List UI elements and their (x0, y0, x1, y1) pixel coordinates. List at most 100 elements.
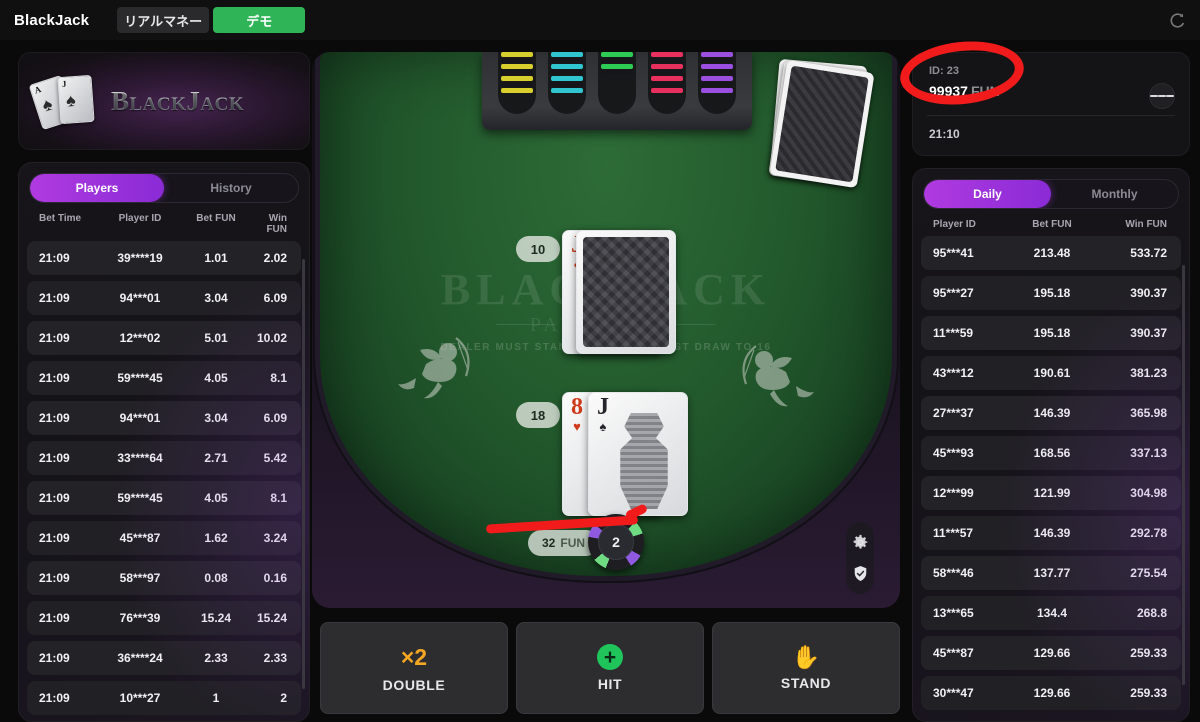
table-row[interactable]: 12***99 121.99 304.98 (921, 476, 1181, 510)
table-row[interactable]: 21:09 36****24 2.33 2.33 (27, 641, 301, 675)
chip-tray (482, 52, 752, 130)
hit-button[interactable]: + HIT (516, 622, 704, 714)
game-table-area: BLACKJACK PAYS 3 TO 2 DEALER MUST STAND … (312, 52, 900, 608)
double-button[interactable]: ×2 DOUBLE (320, 622, 508, 714)
tab-history[interactable]: History (164, 174, 298, 202)
table-row[interactable]: 21:09 94***01 3.04 6.09 (27, 281, 301, 315)
table-row[interactable]: 21:09 94***01 3.04 6.09 (27, 401, 301, 435)
left-tab-group: Players History (29, 173, 299, 203)
table-row[interactable]: 21:09 10***27 1 2 (27, 681, 301, 715)
col-bet-fun: Bet FUN (1032, 219, 1072, 230)
cell-win: 390.37 (1130, 286, 1167, 300)
table-row[interactable]: 21:09 45***87 1.62 3.24 (27, 521, 301, 555)
cell-bet-time: 21:09 (39, 571, 70, 585)
table-row[interactable]: 95***41 213.48 533.72 (921, 236, 1181, 270)
cell-bet: 3.04 (204, 291, 228, 305)
cell-bet-time: 21:09 (39, 411, 70, 425)
cell-bet: 4.05 (204, 371, 228, 385)
col-player-id: Player ID (118, 213, 162, 224)
table-row[interactable]: 58***46 137.77 275.54 (921, 556, 1181, 590)
table-row[interactable]: 21:09 59****45 4.05 8.1 (27, 481, 301, 515)
table-row[interactable]: 95***27 195.18 390.37 (921, 276, 1181, 310)
table-row[interactable]: 13***65 134.4 268.8 (921, 596, 1181, 630)
chip-tray-slot[interactable] (648, 52, 686, 114)
right-scrollbar[interactable] (1182, 265, 1185, 685)
chip-tray-slot[interactable] (498, 52, 536, 114)
left-sidebar: A ♠ J ♠ BlackJack Players History Bet Ti… (18, 52, 310, 722)
table-row[interactable]: 21:09 58***97 0.08 0.16 (27, 561, 301, 595)
table-row[interactable]: 21:09 12***02 5.01 10.02 (27, 321, 301, 355)
cell-bet: 213.48 (1033, 246, 1071, 260)
table-row[interactable]: 45***93 168.56 337.13 (921, 436, 1181, 470)
left-table-body[interactable]: 21:09 39****19 1.01 2.02 21:09 94***01 3.04 6.0… (19, 241, 309, 715)
cell-player-id: 33****64 (117, 451, 163, 465)
gear-icon[interactable] (852, 534, 869, 551)
chip-tray-slot[interactable] (598, 52, 636, 114)
tab-monthly[interactable]: Monthly (1051, 180, 1178, 208)
table-row[interactable]: 30***47 129.66 259.33 (921, 676, 1181, 710)
app-header: BlackJack リアルマネー デモ (0, 0, 1200, 40)
table-row[interactable]: 11***57 146.39 292.78 (921, 516, 1181, 550)
col-bet-fun: Bet FUN (196, 213, 236, 224)
chip-tray-slot[interactable] (548, 52, 586, 114)
cell-bet-time: 21:09 (39, 691, 70, 705)
right-sidebar: ID: 23 99937 FUN 21:10 Daily Monthly Play… (912, 52, 1190, 722)
cell-bet-time: 21:09 (39, 291, 70, 305)
cell-bet-time: 21:09 (39, 331, 70, 345)
account-balance: 99937 FUN (929, 83, 1000, 99)
table-row[interactable]: 21:09 76***39 15.24 15.24 (27, 601, 301, 635)
cell-win: 268.8 (1136, 606, 1167, 620)
cell-win: 390.37 (1130, 326, 1167, 340)
refresh-icon[interactable] (1168, 12, 1186, 30)
cell-bet: 1.01 (204, 251, 228, 265)
account-id: ID: 23 (929, 65, 959, 77)
right-table-body[interactable]: 95***41 213.48 533.72 95***27 195.18 390.37 11… (913, 236, 1189, 710)
chip-stack (701, 52, 733, 93)
cell-bet: 146.39 (1033, 406, 1071, 420)
left-table-header: Bet Time Player ID Bet FUN Win FUN (19, 203, 309, 241)
cell-player-id: 11***57 (933, 526, 974, 540)
cell-player-id: 45***93 (933, 446, 974, 460)
mode-tab-demo[interactable]: デモ (213, 7, 306, 33)
cell-win: 3.24 (263, 531, 287, 545)
cell-player-id: 58***46 (933, 566, 974, 580)
spade-icon: ♠ (39, 93, 55, 116)
dealer-card-2-facedown (576, 230, 676, 354)
cell-bet: 121.99 (1033, 486, 1071, 500)
cell-player-id: 45***87 (933, 646, 974, 660)
table-row[interactable]: 45***87 129.66 259.33 (921, 636, 1181, 670)
cell-player-id: 11***59 (933, 326, 974, 340)
table-row[interactable]: 11***59 195.18 390.37 (921, 316, 1181, 350)
table-row[interactable]: 21:09 39****19 1.01 2.02 (27, 241, 301, 275)
left-scrollbar[interactable] (302, 259, 305, 689)
chip-tray-slot[interactable] (698, 52, 736, 114)
balance-currency: FUN (970, 83, 1000, 99)
account-clock: 21:10 (929, 127, 960, 141)
logo-card-jack: J ♠ (57, 74, 95, 125)
player-card-1-rank: 8 (571, 394, 583, 420)
col-player-id: Player ID (933, 219, 976, 230)
table-row[interactable]: 21:09 59****45 4.05 8.1 (27, 361, 301, 395)
player-card-2-rank: J (597, 394, 609, 420)
mode-tab-real-money[interactable]: リアルマネー (117, 7, 210, 33)
x2-icon: ×2 (400, 643, 428, 670)
bet-amount: 32 (542, 536, 556, 550)
col-win-fun: Win FUN (266, 213, 287, 235)
cell-win: 337.13 (1130, 446, 1167, 460)
cell-bet-time: 21:09 (39, 611, 70, 625)
table-row[interactable]: 43***12 190.61 381.23 (921, 356, 1181, 390)
bet-chip-stack[interactable]: 2 (588, 514, 644, 570)
hamburger-icon[interactable] (1149, 83, 1175, 109)
table-row[interactable]: 27***37 146.39 365.98 (921, 396, 1181, 430)
cell-win: 2 (280, 691, 287, 705)
table-row[interactable]: 21:09 33****64 2.71 5.42 (27, 441, 301, 475)
player-card-2-pip: J ♠ (595, 395, 611, 433)
cell-bet-time: 21:09 (39, 451, 70, 465)
tab-players[interactable]: Players (30, 174, 164, 202)
tab-daily[interactable]: Daily (924, 180, 1051, 208)
stand-button[interactable]: ✋ STAND (712, 622, 900, 714)
cell-bet: 134.4 (1036, 606, 1068, 620)
shield-check-icon[interactable] (852, 565, 869, 582)
cell-bet: 195.18 (1033, 326, 1071, 340)
leaderboard-panel: Daily Monthly Player ID Bet FUN Win FUN … (912, 168, 1190, 722)
